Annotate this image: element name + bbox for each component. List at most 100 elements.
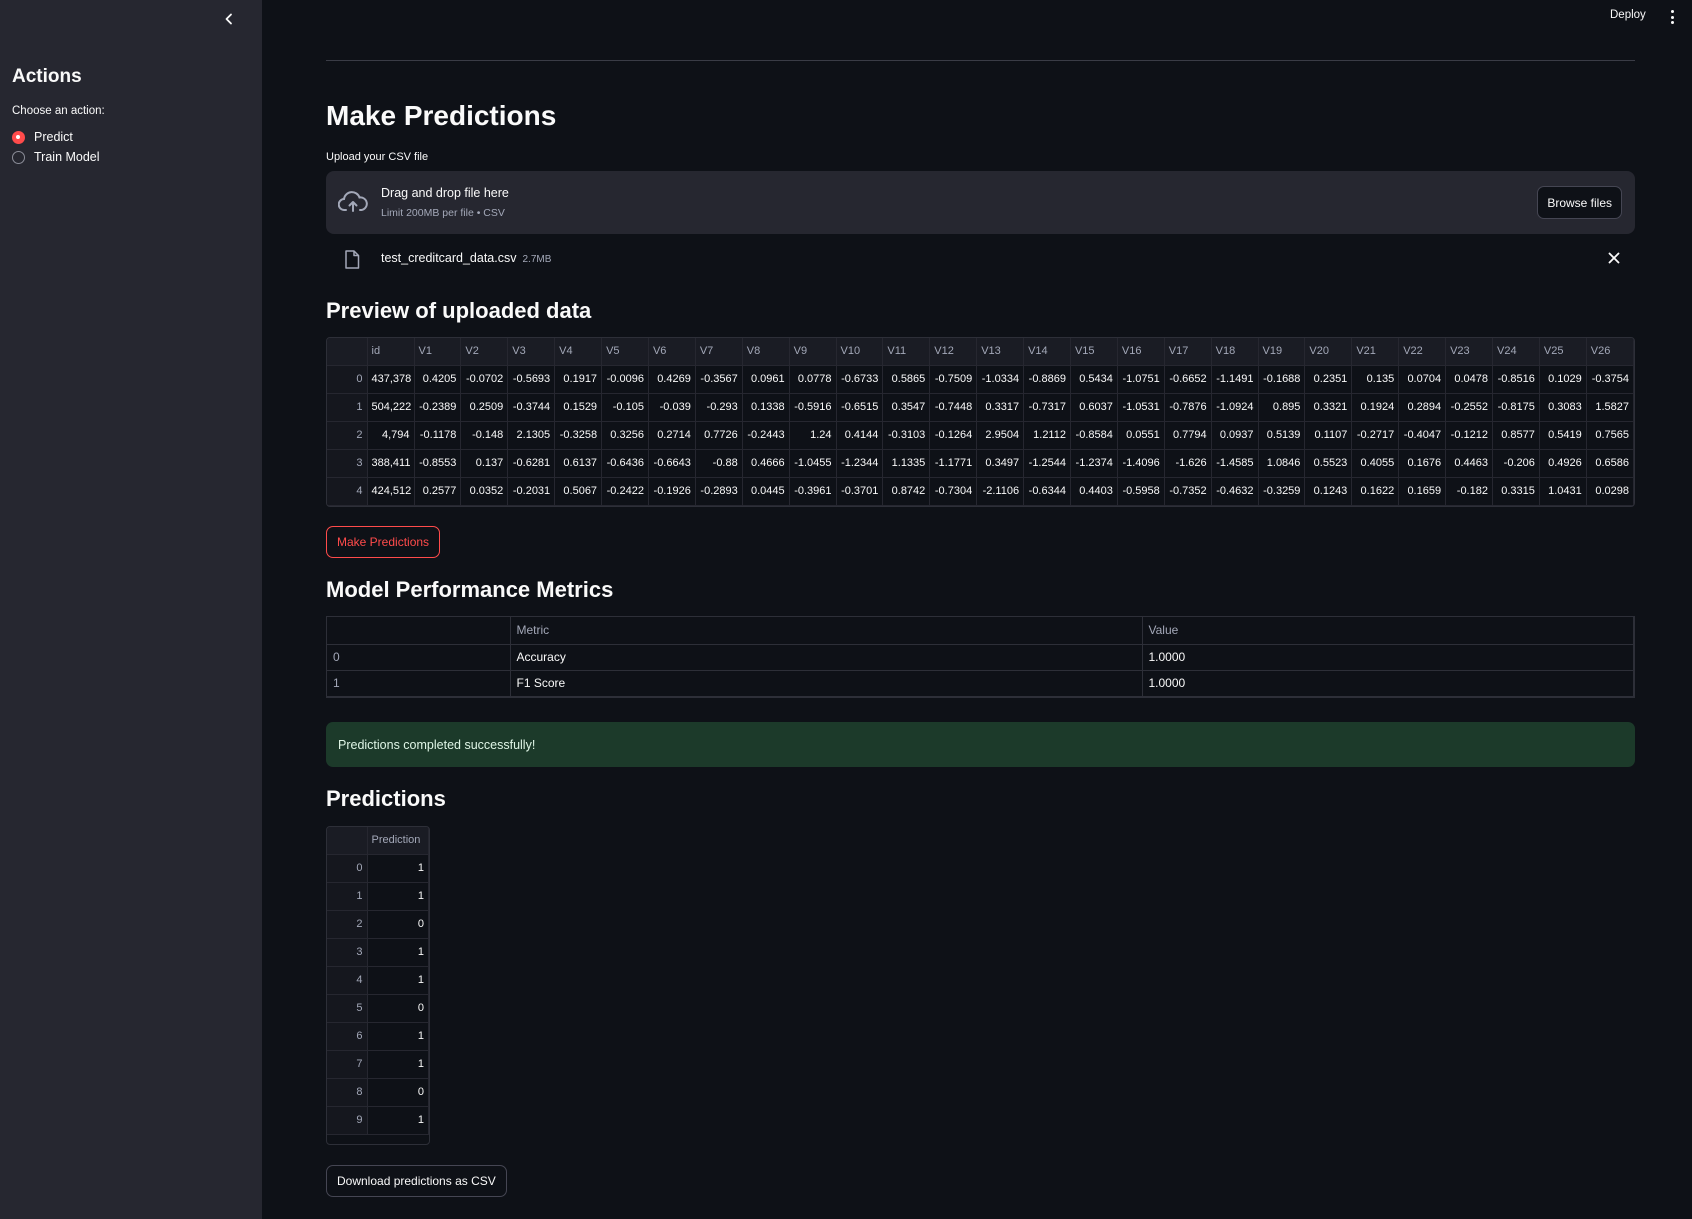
table-cell[interactable]: -0.2031	[507, 477, 556, 506]
predictions-table[interactable]: Prediction 01112031415061718091	[326, 826, 430, 1145]
table-cell[interactable]: -0.7317	[1023, 393, 1071, 422]
table-cell[interactable]: -1.4585	[1211, 449, 1259, 478]
table-cell[interactable]: -0.0702	[460, 365, 509, 394]
table-cell[interactable]: -0.2552	[1445, 393, 1493, 422]
table-cell[interactable]: -0.8175	[1492, 393, 1540, 422]
table-cell[interactable]: -1.0334	[976, 365, 1025, 394]
prediction-cell[interactable]: 1	[367, 1106, 429, 1135]
table-cell[interactable]: 0.4144	[836, 421, 884, 450]
table-cell[interactable]: -0.6436	[601, 449, 649, 478]
table-cell[interactable]: -0.2893	[695, 477, 743, 506]
table-cell[interactable]: -1.1771	[929, 449, 978, 478]
table-cell[interactable]: -0.6515	[836, 393, 884, 422]
column-header[interactable]: V18	[1211, 338, 1259, 366]
prediction-cell[interactable]: 1	[367, 1022, 429, 1051]
table-cell[interactable]: 0.0298	[1586, 477, 1634, 506]
table-cell[interactable]: -0.3258	[554, 421, 603, 450]
table-cell[interactable]: 0.1338	[742, 393, 790, 422]
table-cell[interactable]: 0.3497	[976, 449, 1025, 478]
table-cell[interactable]: 0.7726	[695, 421, 743, 450]
table-cell[interactable]: -0.206	[1492, 449, 1540, 478]
prediction-cell[interactable]: 1	[367, 938, 429, 967]
table-cell[interactable]: 0.2577	[414, 477, 462, 506]
table-cell[interactable]: -0.7352	[1164, 477, 1212, 506]
column-header[interactable]: V16	[1117, 338, 1165, 366]
table-cell[interactable]: 1.5827	[1586, 393, 1634, 422]
prediction-cell[interactable]: 1	[367, 854, 429, 883]
table-cell[interactable]: -0.2717	[1351, 421, 1400, 450]
table-cell[interactable]: 0.3321	[1304, 393, 1353, 422]
column-header[interactable]: V4	[554, 338, 603, 366]
table-cell[interactable]: -0.6344	[1023, 477, 1071, 506]
table-cell[interactable]: -0.7876	[1164, 393, 1212, 422]
table-cell[interactable]: 0.5865	[882, 365, 931, 394]
table-cell[interactable]: -0.0096	[601, 365, 649, 394]
table-cell[interactable]: -0.182	[1445, 477, 1493, 506]
table-cell[interactable]: -0.1926	[648, 477, 696, 506]
table-cell[interactable]: 0.4666	[742, 449, 790, 478]
table-cell[interactable]: -0.1688	[1258, 365, 1306, 394]
table-cell[interactable]: 1.0431	[1539, 477, 1587, 506]
table-cell[interactable]: -0.8516	[1492, 365, 1540, 394]
prediction-cell[interactable]: 1	[367, 882, 429, 911]
table-cell[interactable]: 0.2714	[648, 421, 696, 450]
table-cell[interactable]: -0.148	[460, 421, 509, 450]
table-cell[interactable]: -0.6281	[507, 449, 556, 478]
table-cell[interactable]: 0.7565	[1586, 421, 1634, 450]
table-cell[interactable]: 0.0778	[789, 365, 837, 394]
column-header[interactable]: V10	[836, 338, 884, 366]
radio-button-selected[interactable]	[12, 130, 25, 144]
column-header[interactable]: V23	[1445, 338, 1493, 366]
table-cell[interactable]: -2.1106	[976, 477, 1025, 506]
table-cell[interactable]: 0.1917	[554, 365, 603, 394]
table-cell[interactable]: 0.6586	[1586, 449, 1634, 478]
table-cell[interactable]: -0.3744	[507, 393, 556, 422]
deploy-button[interactable]: Deploy	[1610, 9, 1646, 21]
column-header[interactable]: V25	[1539, 338, 1587, 366]
table-cell[interactable]: 0.4205	[414, 365, 462, 394]
prediction-cell[interactable]: 0	[367, 1078, 429, 1107]
prediction-cell[interactable]: 1	[367, 1050, 429, 1079]
table-cell[interactable]: -0.7304	[929, 477, 978, 506]
column-header[interactable]: V7	[695, 338, 743, 366]
column-header[interactable]: V9	[789, 338, 837, 366]
table-cell[interactable]: -0.6643	[648, 449, 696, 478]
table-cell[interactable]: 0.7794	[1164, 421, 1212, 450]
column-header[interactable]: V2	[460, 338, 509, 366]
table-cell[interactable]: -1.626	[1164, 449, 1212, 478]
table-cell[interactable]: -0.105	[601, 393, 649, 422]
table-cell[interactable]: 0.4403	[1070, 477, 1118, 506]
table-cell[interactable]: -0.3259	[1258, 477, 1306, 506]
table-cell[interactable]: 0.4269	[648, 365, 696, 394]
table-cell[interactable]: 0.6037	[1070, 393, 1118, 422]
table-cell[interactable]: -0.3961	[789, 477, 837, 506]
table-cell[interactable]: 1.1335	[882, 449, 931, 478]
file-dropzone[interactable]: Drag and drop file here Limit 200MB per …	[326, 171, 1635, 234]
table-cell[interactable]: -0.5693	[507, 365, 556, 394]
table-cell[interactable]: 0.4055	[1351, 449, 1400, 478]
table-cell[interactable]: -0.293	[695, 393, 743, 422]
table-cell[interactable]: -0.7509	[929, 365, 978, 394]
column-header[interactable]: V14	[1023, 338, 1071, 366]
table-cell[interactable]: 0.3547	[882, 393, 931, 422]
table-cell[interactable]: -0.3567	[695, 365, 743, 394]
radio-button[interactable]	[12, 150, 25, 164]
table-cell[interactable]: 1.0846	[1258, 449, 1306, 478]
table-cell[interactable]: -1.4096	[1117, 449, 1165, 478]
table-cell[interactable]: -0.8553	[414, 449, 462, 478]
table-cell[interactable]: 0.4926	[1539, 449, 1587, 478]
column-header[interactable]: V17	[1164, 338, 1212, 366]
table-cell[interactable]: -1.2544	[1023, 449, 1071, 478]
table-cell[interactable]: 0.1924	[1351, 393, 1400, 422]
table-cell[interactable]: -0.1212	[1445, 421, 1493, 450]
table-cell[interactable]: -0.2389	[414, 393, 462, 422]
column-header[interactable]: V6	[648, 338, 696, 366]
table-cell[interactable]: 504,222	[367, 393, 415, 422]
table-cell[interactable]: 0.895	[1258, 393, 1306, 422]
table-cell[interactable]: 424,512	[367, 477, 415, 506]
table-cell[interactable]: 388,411	[367, 449, 415, 478]
column-header[interactable]: V24	[1492, 338, 1540, 366]
radio-option-train-model[interactable]: Train Model	[12, 150, 100, 164]
table-cell[interactable]: 0.4463	[1445, 449, 1493, 478]
prediction-cell[interactable]: 0	[367, 994, 429, 1023]
